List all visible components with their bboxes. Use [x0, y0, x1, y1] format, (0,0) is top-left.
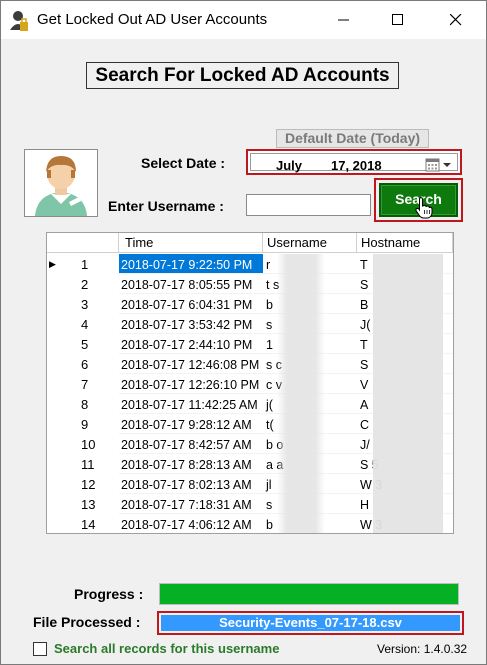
- default-date-button[interactable]: Default Date (Today): [276, 129, 429, 148]
- search-all-records-label[interactable]: Search all records for this username: [54, 641, 279, 656]
- hand-pointer-icon: [415, 197, 433, 224]
- cell-time[interactable]: 2018-07-17 9:22:50 PM: [119, 254, 263, 274]
- cell-time[interactable]: 2018-07-17 11:42:25 AM: [119, 394, 263, 414]
- date-picker[interactable]: July 17, 2018: [246, 149, 462, 175]
- cell-time[interactable]: 2018-07-17 3:53:42 PM: [119, 314, 263, 334]
- row-header-corner: [47, 233, 119, 253]
- minimize-icon: [338, 19, 349, 21]
- close-icon: [450, 14, 462, 26]
- cell-time[interactable]: 2018-07-17 7:18:31 AM: [119, 494, 263, 514]
- progress-label: Progress :: [74, 586, 144, 602]
- results-grid[interactable]: Time Username Hostname ▶ 1 2018-07-17 9:…: [46, 232, 454, 534]
- cell-time[interactable]: 2018-07-17 6:04:31 PM: [119, 294, 263, 314]
- progress-bar: [159, 583, 459, 605]
- column-header-time[interactable]: Time: [119, 233, 263, 253]
- maximize-icon: [392, 14, 403, 25]
- column-header-username[interactable]: Username: [263, 233, 357, 253]
- current-row-arrow-icon: ▶: [49, 259, 56, 269]
- minimize-button[interactable]: [321, 1, 367, 39]
- cell-time[interactable]: 2018-07-17 4:06:12 AM: [119, 514, 263, 533]
- window-title: Get Locked Out AD User Accounts: [37, 11, 268, 28]
- row-number: 11: [81, 457, 95, 472]
- calendar-dropdown-icon[interactable]: [425, 157, 453, 178]
- title-bar: Get Locked Out AD User Accounts: [1, 1, 486, 39]
- cell-time[interactable]: 2018-07-17 8:42:57 AM: [119, 434, 263, 454]
- username-label: Enter Username :: [108, 198, 224, 214]
- row-number: 5: [81, 337, 89, 352]
- select-date-label: Select Date :: [141, 155, 226, 171]
- username-input[interactable]: [246, 194, 371, 216]
- file-processed-highlight: Security-Events_07-17-18.csv: [157, 611, 464, 635]
- file-processed-label: File Processed :: [33, 614, 141, 630]
- cell-time[interactable]: 2018-07-17 9:28:12 AM: [119, 414, 263, 434]
- row-number: 14: [81, 517, 96, 532]
- row-number: 13: [81, 497, 96, 512]
- row-number: 2: [81, 277, 89, 292]
- avatar: [24, 149, 98, 217]
- cell-time[interactable]: 2018-07-17 8:05:55 PM: [119, 274, 263, 294]
- cell-time[interactable]: 2018-07-17 8:28:13 AM: [119, 454, 263, 474]
- date-picker-field[interactable]: July 17, 2018: [250, 153, 458, 173]
- file-processed-value: Security-Events_07-17-18.csv: [161, 615, 460, 631]
- row-number: 6: [81, 357, 89, 372]
- version-label: Version: 1.4.0.32: [377, 642, 468, 656]
- cell-time[interactable]: 2018-07-17 2:44:10 PM: [119, 334, 263, 354]
- app-user-icon: [9, 10, 29, 31]
- row-number: 8: [81, 397, 89, 412]
- row-number: 4: [81, 317, 89, 332]
- hostname-redaction-blur: [373, 254, 443, 533]
- date-day-year[interactable]: 17, 2018: [331, 158, 382, 173]
- main-window: Get Locked Out AD User Accounts Search F…: [0, 0, 487, 665]
- cell-time[interactable]: 2018-07-17 12:46:08 PM: [119, 354, 263, 374]
- row-number: 7: [81, 377, 89, 392]
- grid-header: Time Username Hostname: [47, 233, 453, 253]
- column-header-hostname[interactable]: Hostname: [357, 233, 453, 253]
- row-number: 10: [81, 437, 96, 452]
- row-number: 12: [81, 477, 96, 492]
- row-number: 9: [81, 417, 89, 432]
- username-redaction-blur: [277, 254, 325, 533]
- date-month[interactable]: July: [276, 158, 302, 173]
- cell-time[interactable]: 2018-07-17 12:26:10 PM: [119, 374, 263, 394]
- close-button[interactable]: [433, 1, 479, 39]
- row-number: 1: [81, 257, 89, 272]
- row-number: 3: [81, 297, 89, 312]
- search-all-records-checkbox[interactable]: [33, 642, 47, 656]
- maximize-button[interactable]: [375, 1, 421, 39]
- cell-time[interactable]: 2018-07-17 8:02:13 AM: [119, 474, 263, 494]
- user-avatar-icon: [35, 156, 87, 216]
- page-heading: Search For Locked AD Accounts: [86, 62, 399, 89]
